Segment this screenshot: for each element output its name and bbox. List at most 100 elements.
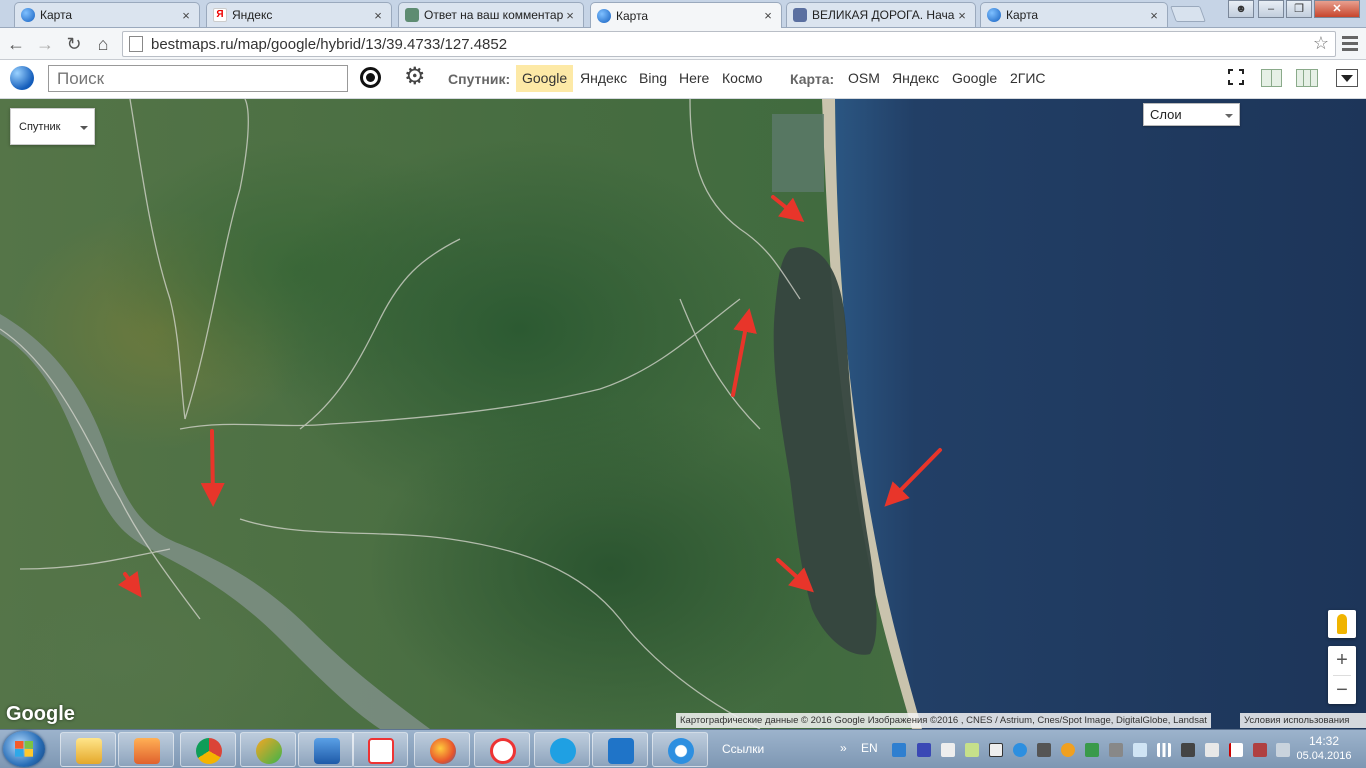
close-icon[interactable]: × bbox=[955, 8, 969, 23]
tray-orange-icon[interactable] bbox=[1061, 743, 1075, 757]
close-icon[interactable]: × bbox=[761, 8, 775, 23]
tab-label: Карта bbox=[1006, 8, 1039, 22]
tab-great-road[interactable]: ВЕЛИКАЯ ДОРОГА. Нача × bbox=[786, 2, 976, 27]
map-type-value: Спутник bbox=[19, 121, 61, 133]
tray-battery-icon[interactable] bbox=[1253, 743, 1267, 757]
home-icon[interactable]: ⌂ bbox=[91, 32, 115, 56]
bluetooth-icon[interactable] bbox=[917, 743, 931, 757]
close-icon[interactable]: × bbox=[563, 8, 577, 23]
skype-icon[interactable] bbox=[534, 732, 590, 767]
media-player-icon[interactable] bbox=[118, 732, 174, 767]
system-clock[interactable]: 14:32 05.04.2016 bbox=[1296, 734, 1352, 764]
satellite-kosmo[interactable]: Космо bbox=[716, 65, 768, 92]
explorer-icon[interactable] bbox=[60, 732, 116, 767]
pegman-icon[interactable] bbox=[1328, 610, 1356, 638]
dropdown-arrow-icon[interactable] bbox=[1336, 69, 1358, 87]
speaker-icon[interactable] bbox=[1205, 743, 1219, 757]
network-icon[interactable] bbox=[1181, 743, 1195, 757]
close-icon[interactable]: × bbox=[1147, 8, 1161, 23]
layers-label: Слои bbox=[1150, 107, 1182, 122]
tray-grid-icon[interactable] bbox=[1085, 743, 1099, 757]
firefox-icon[interactable] bbox=[414, 732, 470, 767]
zoom-out-button[interactable]: − bbox=[1328, 676, 1356, 705]
layers-dropdown[interactable]: Слои bbox=[1143, 103, 1240, 126]
split-2-icon[interactable] bbox=[1261, 69, 1282, 87]
cloud-icon[interactable] bbox=[1133, 743, 1147, 757]
close-icon[interactable]: × bbox=[371, 8, 385, 23]
split-3-icon[interactable] bbox=[1296, 69, 1318, 87]
browser-menu-icon[interactable] bbox=[1340, 33, 1360, 55]
satellite-google[interactable]: Google bbox=[516, 65, 574, 92]
map-2gis[interactable]: 2ГИС bbox=[1004, 65, 1052, 92]
map-yandex[interactable]: Яндекс bbox=[886, 65, 945, 92]
tab-comment-reply[interactable]: Ответ на ваш комментар × bbox=[398, 2, 584, 27]
monitor-icon[interactable] bbox=[1037, 743, 1051, 757]
reload-icon[interactable]: ↻ bbox=[62, 32, 86, 56]
tab-karta-1[interactable]: Карта × bbox=[14, 2, 200, 27]
zoom-in-button[interactable]: + bbox=[1328, 646, 1356, 675]
yandex-browser-icon[interactable] bbox=[474, 732, 530, 767]
tab-label: Карта bbox=[616, 8, 649, 23]
address-url[interactable]: bestmaps.ru/map/google/hybrid/13/39.4733… bbox=[151, 36, 507, 53]
user-icon[interactable]: ☻ bbox=[1228, 0, 1254, 18]
tab-label: ВЕЛИКАЯ ДОРОГА. Нача bbox=[812, 8, 955, 22]
tab-karta-2[interactable]: Карта × bbox=[980, 2, 1168, 27]
tab-karta-active[interactable]: Карта × bbox=[590, 2, 782, 28]
windows-flag-icon[interactable] bbox=[941, 743, 955, 757]
tray-drive-icon[interactable] bbox=[989, 743, 1003, 757]
site-logo-icon[interactable] bbox=[10, 66, 34, 90]
clock-date: 05.04.2016 bbox=[1296, 750, 1352, 762]
browser-toolbar: ← → ↻ ⌂ bestmaps.ru/map/google/hybrid/13… bbox=[0, 28, 1366, 60]
tab-label: Карта bbox=[40, 8, 73, 22]
tray-leaf-icon[interactable] bbox=[965, 743, 979, 757]
chat-icon bbox=[405, 8, 419, 22]
maximize-button[interactable]: ❐ bbox=[1286, 0, 1312, 18]
satellite-yandex[interactable]: Яндекс bbox=[574, 65, 633, 92]
teamviewer-icon[interactable] bbox=[592, 732, 648, 767]
globe-icon bbox=[21, 8, 35, 22]
close-icon[interactable]: × bbox=[179, 8, 193, 23]
links-toolbar[interactable]: Ссылки bbox=[722, 741, 847, 756]
yandex-icon: Я bbox=[213, 8, 227, 22]
usb-icon[interactable] bbox=[1109, 743, 1123, 757]
gear-icon[interactable]: ⚙ bbox=[404, 63, 426, 91]
address-bar[interactable]: bestmaps.ru/map/google/hybrid/13/39.4733… bbox=[122, 31, 1336, 57]
yandex-app-icon[interactable] bbox=[352, 732, 408, 767]
fullscreen-icon[interactable] bbox=[1228, 69, 1244, 85]
flag-icon[interactable] bbox=[1229, 743, 1243, 757]
map-osm[interactable]: OSM bbox=[842, 65, 886, 92]
signal-icon[interactable] bbox=[1157, 743, 1171, 757]
map-canvas[interactable]: Спутник Слои + − Google Картографические… bbox=[0, 99, 1366, 729]
locate-icon[interactable] bbox=[360, 67, 381, 88]
window-close-button[interactable]: ✕ bbox=[1314, 0, 1360, 18]
satellite-here[interactable]: Here bbox=[673, 65, 715, 92]
clock-time: 14:32 bbox=[1308, 734, 1340, 748]
browser-tab-strip: Карта × Я Яндекс × Ответ на ваш коммента… bbox=[0, 0, 1366, 28]
search-input[interactable] bbox=[48, 65, 348, 92]
map-google[interactable]: Google bbox=[946, 65, 1003, 92]
language-indicator[interactable]: EN bbox=[861, 741, 878, 755]
start-button[interactable] bbox=[3, 731, 45, 767]
tab-label: Ответ на ваш комментар bbox=[424, 8, 563, 22]
volume-app-icon[interactable] bbox=[298, 732, 354, 767]
chrome-icon[interactable] bbox=[180, 732, 236, 767]
tray-screen-icon[interactable] bbox=[1276, 743, 1290, 757]
terms-link[interactable]: Условия использования bbox=[1240, 713, 1366, 728]
tab-yandex[interactable]: Я Яндекс × bbox=[206, 2, 392, 27]
tray-app-icon[interactable] bbox=[892, 743, 906, 757]
page-icon bbox=[129, 36, 143, 52]
new-tab-button[interactable] bbox=[1170, 6, 1206, 22]
info-icon[interactable] bbox=[1013, 743, 1027, 757]
zoom-control: + − bbox=[1328, 646, 1356, 704]
bookmark-star-icon[interactable]: ☆ bbox=[1313, 33, 1329, 54]
game-icon[interactable] bbox=[240, 732, 296, 767]
satellite-bing[interactable]: Bing bbox=[633, 65, 673, 92]
chevron-down-icon bbox=[80, 126, 88, 130]
back-arrow-icon[interactable]: ← bbox=[4, 32, 28, 56]
ie-icon[interactable] bbox=[652, 732, 708, 767]
map-type-select[interactable]: Спутник bbox=[10, 108, 95, 145]
taskbar: Ссылки EN 14:32 05.04.2016 bbox=[0, 729, 1366, 768]
map-label: Карта: bbox=[790, 71, 835, 87]
minimize-button[interactable]: – bbox=[1258, 0, 1284, 18]
forward-arrow-icon[interactable]: → bbox=[33, 32, 57, 56]
